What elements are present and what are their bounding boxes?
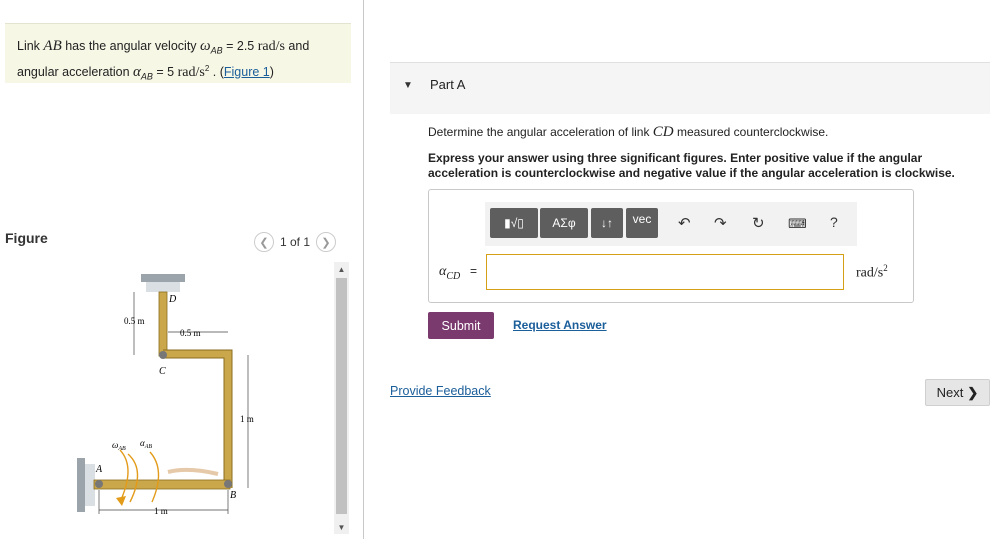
omega-value: = 2.5 bbox=[222, 39, 258, 53]
scroll-up-icon[interactable]: ▲ bbox=[334, 262, 349, 276]
shading bbox=[167, 467, 219, 476]
mechanism-figure: 0.5 m 0.5 m 1 m 1 m D C A B ωAB αAB bbox=[68, 262, 353, 532]
figure-pager: ❮ 1 of 1 ❯ bbox=[254, 232, 337, 252]
point-label-c: C bbox=[159, 366, 166, 377]
alpha-sub: AB bbox=[140, 71, 153, 82]
greek-button[interactable]: ΑΣφ bbox=[540, 208, 588, 238]
chevron-left-icon[interactable]: ❮ bbox=[254, 232, 274, 252]
link-bc bbox=[163, 350, 232, 488]
chevron-right-icon: ❯ bbox=[967, 384, 979, 400]
chevron-right-icon[interactable]: ❯ bbox=[316, 232, 337, 252]
pin-a bbox=[95, 480, 103, 488]
figure-link[interactable]: Figure 1 bbox=[224, 65, 270, 79]
dim-label: 1 m bbox=[240, 414, 254, 424]
templates-button[interactable]: ▮√▯ bbox=[490, 208, 538, 238]
figure-scrollbar[interactable]: ▲ ▼ bbox=[334, 262, 349, 534]
redo-icon[interactable]: ↷ bbox=[714, 214, 727, 232]
alpha-ab-label: αAB bbox=[140, 438, 152, 450]
request-answer-link[interactable]: Request Answer bbox=[513, 318, 607, 332]
question-var: CD bbox=[652, 124, 674, 140]
link-bc-outline bbox=[163, 349, 233, 488]
ceiling-support bbox=[141, 274, 185, 282]
link-cd bbox=[158, 291, 168, 357]
undo-icon[interactable]: ↶ bbox=[678, 214, 691, 232]
alpha-symbol: α bbox=[133, 63, 141, 80]
dim-label: 1 m bbox=[154, 506, 168, 516]
dim-label: 0.5 m bbox=[180, 328, 201, 338]
arrowhead bbox=[116, 496, 126, 506]
next-label: Next bbox=[936, 385, 964, 400]
problem-text: angular acceleration bbox=[17, 64, 134, 79]
next-button[interactable]: Next ❯ bbox=[925, 379, 990, 406]
point-label-d: D bbox=[168, 294, 177, 305]
keyboard-icon[interactable]: ⌨ bbox=[788, 216, 807, 232]
omega-sub: AB bbox=[210, 45, 223, 56]
wall-support bbox=[77, 458, 85, 512]
alpha-arrow bbox=[149, 451, 160, 503]
point-label-b: B bbox=[230, 490, 236, 501]
link-ab bbox=[93, 479, 231, 490]
ceiling-support bbox=[146, 282, 180, 292]
problem-statement: Link AB has the angular velocity ωAB = 2… bbox=[5, 23, 351, 83]
alpha-arrow bbox=[127, 453, 139, 503]
question-prefix: Determine the angular acceleration of li… bbox=[428, 125, 653, 139]
pin-b bbox=[224, 480, 232, 488]
answer-instructions: Express your answer using three signific… bbox=[428, 151, 955, 180]
problem-text: and bbox=[284, 39, 310, 53]
figure-heading: Figure bbox=[5, 230, 48, 246]
omega-unit: rad/s bbox=[257, 39, 285, 54]
alpha-value: = 5 bbox=[152, 64, 178, 79]
question-suffix: measured counterclockwise. bbox=[673, 125, 829, 139]
point-label-a: A bbox=[95, 464, 103, 475]
problem-text: has the angular velocity bbox=[61, 39, 201, 53]
omega-arrow bbox=[119, 449, 129, 503]
vec-button[interactable]: vec bbox=[626, 208, 658, 238]
omega-ab-label: ωAB bbox=[112, 440, 126, 452]
panel-divider bbox=[363, 0, 364, 539]
scroll-down-icon[interactable]: ▼ bbox=[334, 520, 349, 534]
reset-icon[interactable]: ↻ bbox=[752, 214, 765, 232]
link-ab-var: AB bbox=[43, 38, 62, 54]
answer-variable: αCD bbox=[439, 264, 461, 282]
equals-sign: = bbox=[470, 264, 478, 278]
omega-symbol: ω bbox=[200, 38, 211, 54]
mechanism-diagram: 0.5 m 0.5 m 1 m 1 m D C A B ωAB αAB bbox=[77, 274, 254, 516]
part-a-header[interactable] bbox=[390, 62, 990, 114]
answer-input[interactable] bbox=[486, 254, 844, 290]
dim-label: 0.5 m bbox=[124, 316, 145, 326]
pager-text: 1 of 1 bbox=[280, 235, 311, 249]
caret-down-icon[interactable]: ▼ bbox=[403, 80, 413, 91]
problem-text: ) bbox=[269, 64, 274, 79]
alpha-unit: rad/s bbox=[177, 64, 205, 80]
part-title[interactable]: Part A bbox=[430, 77, 465, 92]
help-button[interactable]: ? bbox=[830, 214, 838, 230]
wall-support bbox=[85, 464, 95, 506]
submit-button[interactable]: Submit bbox=[428, 312, 494, 339]
arrows-button[interactable]: ↓↑ bbox=[591, 208, 623, 238]
answer-unit: rad/s2 bbox=[856, 263, 888, 281]
question-text: Determine the angular acceleration of li… bbox=[428, 124, 828, 141]
problem-text: Link bbox=[17, 39, 44, 53]
provide-feedback-link[interactable]: Provide Feedback bbox=[390, 384, 491, 398]
problem-text: . ( bbox=[209, 64, 224, 79]
pin-c bbox=[159, 351, 167, 359]
scroll-thumb[interactable] bbox=[336, 278, 347, 514]
